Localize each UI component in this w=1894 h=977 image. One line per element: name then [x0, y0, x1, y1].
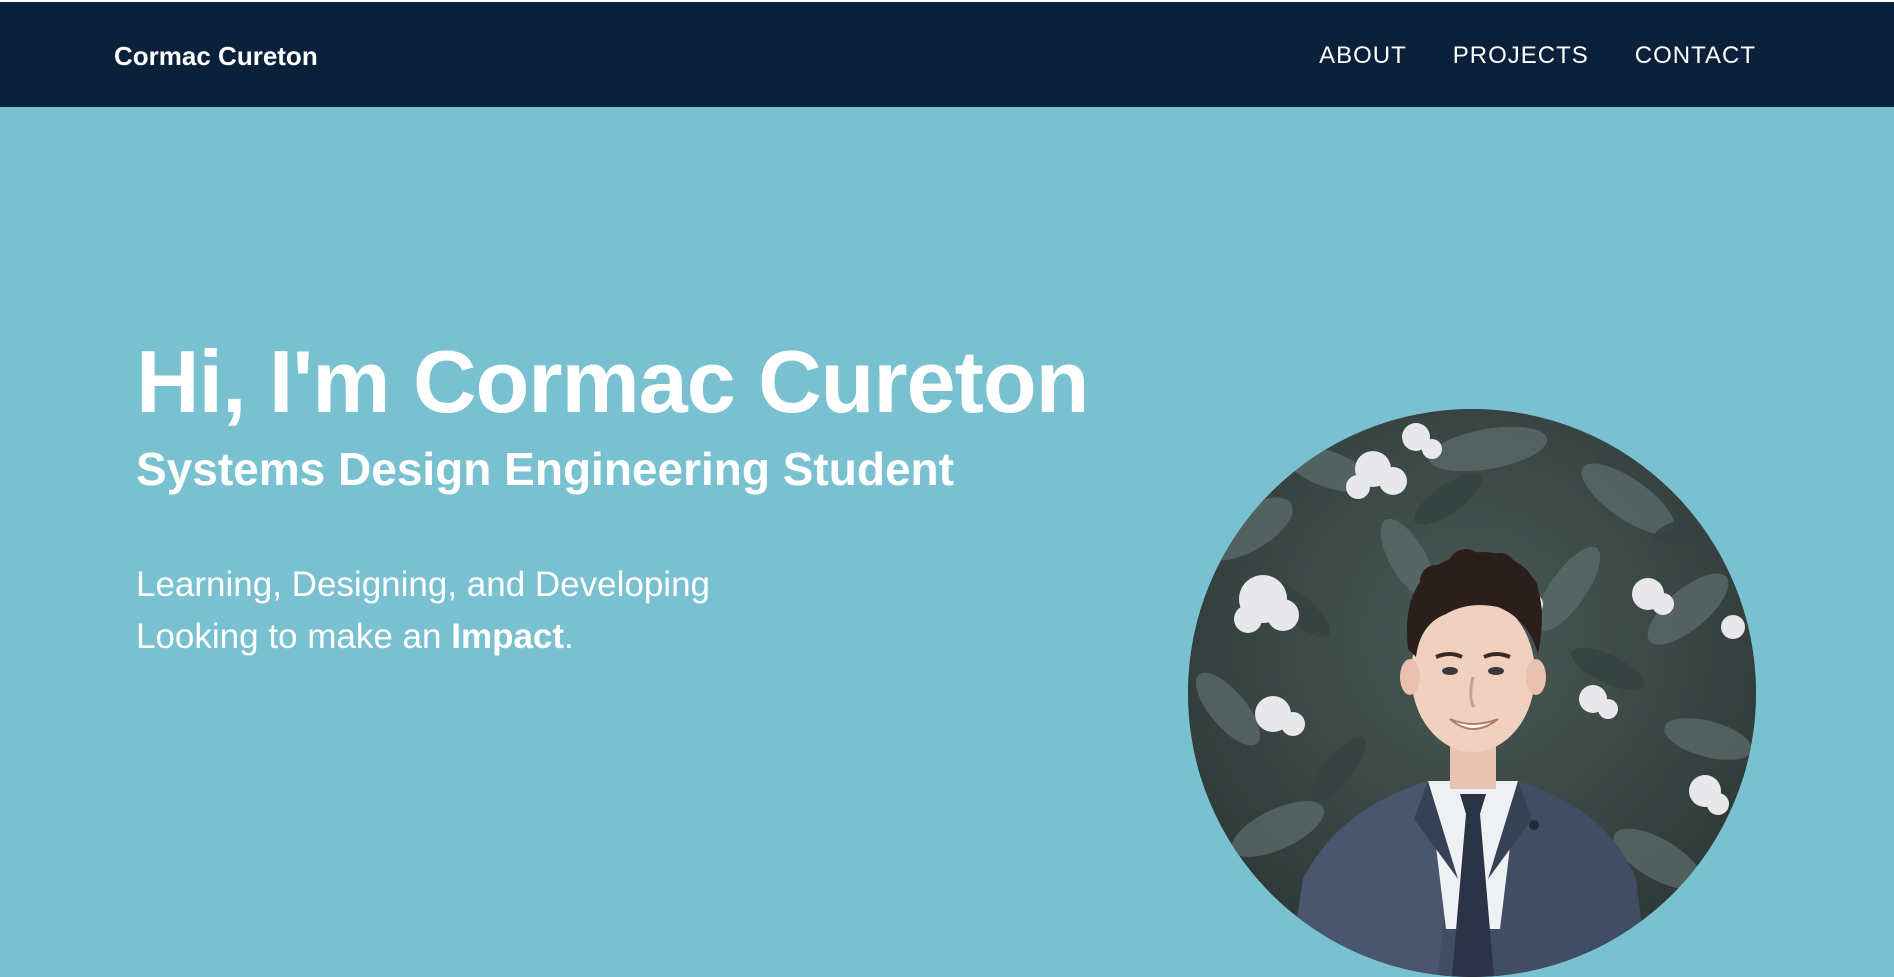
nav-link-about[interactable]: ABOUT: [1319, 41, 1407, 71]
hero-title: Hi, I'm Cormac Cureton: [136, 332, 1089, 431]
hero-section: Hi, I'm Cormac Cureton Systems Design En…: [0, 107, 1894, 977]
tagline-prefix: Looking to make an: [136, 617, 452, 656]
hero-subtitle: Systems Design Engineering Student: [136, 443, 954, 495]
nav-link-contact[interactable]: CONTACT: [1635, 41, 1756, 71]
tagline-line-1: Learning, Designing, and Developing: [136, 565, 711, 604]
tagline-line-2: Looking to make an Impact.: [136, 611, 710, 663]
nav-links: ABOUT PROJECTS CONTACT: [1319, 41, 1756, 71]
nav-link-projects[interactable]: PROJECTS: [1453, 41, 1589, 71]
navbar: Cormac Cureton ABOUT PROJECTS CONTACT: [0, 2, 1894, 107]
profile-photo-illustration: [1188, 409, 1756, 977]
hero-tagline: Learning, Designing, and Developing Look…: [136, 559, 710, 663]
profile-photo: [1188, 409, 1756, 977]
tagline-suffix: .: [564, 617, 574, 656]
tagline-emphasis: Impact: [451, 617, 565, 656]
brand-link[interactable]: Cormac Cureton: [114, 41, 318, 71]
